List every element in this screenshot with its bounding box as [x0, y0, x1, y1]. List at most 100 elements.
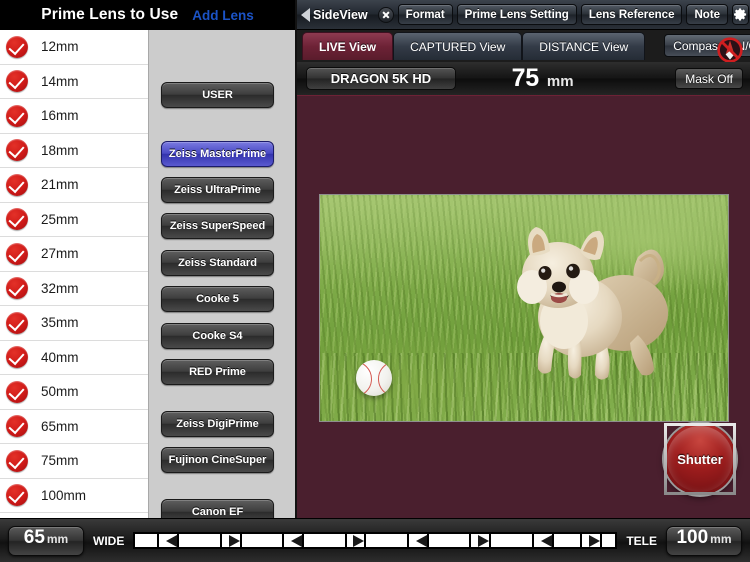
slider-arrow-left[interactable]: [416, 535, 427, 547]
page-title: Prime Lens to Use: [41, 6, 178, 24]
focal-length-unit: mm: [547, 73, 574, 90]
focal-length-value: 75: [512, 64, 539, 93]
lens-list-item[interactable]: 35mm: [0, 306, 148, 341]
lens-list-item[interactable]: 14mm: [0, 65, 148, 100]
lens-list-item[interactable]: 65mm: [0, 410, 148, 445]
current-focal-length: 75 mm: [456, 64, 675, 93]
lens-brand-button[interactable]: Zeiss DigiPrime: [161, 411, 274, 437]
slider-tick: [177, 532, 179, 549]
mask-toggle-button[interactable]: Mask Off: [675, 68, 743, 89]
slider-tick: [240, 532, 242, 549]
lens-brand-button[interactable]: Fujinon CineSuper: [161, 447, 274, 473]
slider-tick: [282, 532, 284, 549]
focal-range-slider[interactable]: [133, 532, 617, 549]
view-tab[interactable]: LIVE View: [302, 32, 393, 60]
lens-brand-button[interactable]: RED Prime: [161, 359, 274, 385]
slider-tick: [364, 532, 366, 549]
slider-tick: [469, 532, 471, 549]
camera-info-bar: DRAGON 5K HD 75 mm Mask Off: [297, 62, 750, 96]
check-icon[interactable]: [6, 208, 28, 230]
lens-list-item-label: 40mm: [41, 350, 79, 365]
lens-list-item[interactable]: 75mm: [0, 444, 148, 479]
check-icon[interactable]: [6, 312, 28, 334]
check-icon[interactable]: [6, 243, 28, 265]
slider-arrow-left[interactable]: [291, 535, 302, 547]
view-tab[interactable]: CAPTURED View: [393, 32, 522, 60]
sideview-button[interactable]: SideView: [301, 8, 370, 22]
lens-list[interactable]: 12mm 14mm 16mm 18mm 21mm 25mm 27mm 32mm 35mm 40mm…: [0, 30, 148, 518]
lens-list-item[interactable]: 25mm: [0, 203, 148, 238]
lens-brand-button[interactable]: Cooke 5: [161, 286, 274, 312]
live-view-photo: [319, 194, 729, 422]
check-icon[interactable]: [6, 174, 28, 196]
lens-brand-column: USER Zeiss MasterPrime Zeiss UltraPrime Zei…: [148, 30, 295, 518]
view-tab[interactable]: DISTANCE View: [522, 32, 645, 60]
baseball: [356, 360, 392, 396]
lens-list-item-label: 21mm: [41, 177, 79, 192]
check-icon[interactable]: [6, 70, 28, 92]
lens-list-item-label: 25mm: [41, 212, 79, 227]
lens-brand-button[interactable]: Cooke S4: [161, 323, 274, 349]
check-icon[interactable]: [6, 105, 28, 127]
lens-brand-button[interactable]: Zeiss MasterPrime: [161, 141, 274, 167]
lens-list-item-label: 14mm: [41, 74, 79, 89]
live-view-stage: Shutter: [297, 97, 750, 518]
lens-list-item-label: 18mm: [41, 143, 79, 158]
lens-list-item[interactable]: 12mm: [0, 30, 148, 65]
slider-tick: [552, 532, 554, 549]
lens-list-item-label: 75mm: [41, 453, 79, 468]
format-button[interactable]: Format: [398, 4, 453, 25]
lens-list-item-label: 12mm: [41, 39, 79, 54]
slider-tick: [427, 532, 429, 549]
lens-list-item[interactable]: 40mm: [0, 341, 148, 376]
lens-list-item[interactable]: 21mm: [0, 168, 148, 203]
tele-focal-box[interactable]: 100 mm: [666, 526, 742, 556]
camera-format-button[interactable]: DRAGON 5K HD: [306, 67, 456, 90]
slider-arrow-right[interactable]: [229, 535, 240, 547]
wide-focal-value: 65: [24, 527, 45, 549]
check-icon[interactable]: [6, 36, 28, 58]
slider-tick: [157, 532, 159, 549]
check-icon[interactable]: [6, 415, 28, 437]
slider-tick: [407, 532, 409, 549]
wide-focal-box[interactable]: 65 mm: [8, 526, 84, 556]
slider-arrow-left[interactable]: [166, 535, 177, 547]
lens-brand-button[interactable]: USER: [161, 82, 274, 108]
slider-tick: [532, 532, 534, 549]
lens-list-item[interactable]: 16mm: [0, 99, 148, 134]
check-icon[interactable]: [6, 277, 28, 299]
check-icon[interactable]: [6, 484, 28, 506]
lens-list-item-label: 16mm: [41, 108, 79, 123]
check-icon[interactable]: [6, 139, 28, 161]
lens-list-item-label: 35mm: [41, 315, 79, 330]
slider-arrow-left[interactable]: [541, 535, 552, 547]
shutter-button[interactable]: Shutter: [664, 423, 736, 495]
check-icon[interactable]: [6, 381, 28, 403]
top-toolbar: SideView Format Prime Lens Setting Lens …: [297, 0, 750, 30]
lens-list-item[interactable]: 50mm: [0, 375, 148, 410]
lens-list-item[interactable]: 100mm: [0, 479, 148, 514]
wide-label: WIDE: [93, 534, 124, 548]
compass-off-icon[interactable]: [716, 36, 744, 64]
left-panel: Prime Lens to Use Add Lens 12mm14mm16mm1…: [0, 0, 295, 518]
slider-tick: [220, 532, 222, 549]
check-icon[interactable]: [6, 450, 28, 472]
view-tabs: LIVE ViewCAPTURED ViewDISTANCE ViewCompa…: [297, 30, 750, 62]
lens-list-item[interactable]: 32mm: [0, 272, 148, 307]
lens-brand-button[interactable]: Zeiss Standard: [161, 250, 274, 276]
lens-reference-button[interactable]: Lens Reference: [581, 4, 683, 25]
lens-list-item[interactable]: 18mm: [0, 134, 148, 169]
check-icon[interactable]: [6, 346, 28, 368]
slider-arrow-right[interactable]: [353, 535, 364, 547]
close-icon[interactable]: [378, 7, 394, 23]
lens-brand-button[interactable]: Zeiss SuperSpeed: [161, 213, 274, 239]
lens-brand-button[interactable]: Zeiss UltraPrime: [161, 177, 274, 203]
slider-arrow-right[interactable]: [478, 535, 489, 547]
lens-list-item[interactable]: 27mm: [0, 237, 148, 272]
gear-icon[interactable]: [732, 4, 749, 25]
lens-list-item-label: 27mm: [41, 246, 79, 261]
note-button[interactable]: Note: [686, 4, 728, 25]
slider-arrow-right[interactable]: [589, 535, 600, 547]
prime-lens-setting-button[interactable]: Prime Lens Setting: [457, 4, 577, 25]
add-lens-button[interactable]: Add Lens: [192, 8, 254, 23]
